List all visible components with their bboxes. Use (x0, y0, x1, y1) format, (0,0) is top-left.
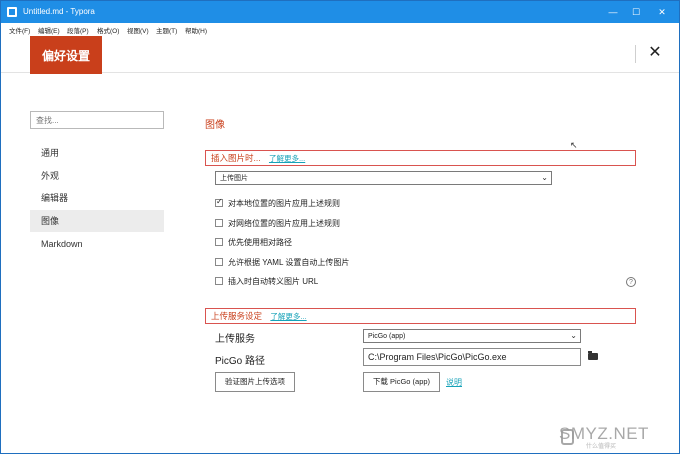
option-label: 优先使用相对路径 (228, 238, 292, 247)
preferences-tab: 偏好设置 (30, 36, 102, 76)
insert-action-select[interactable]: 上传图片 ⌄ (215, 171, 552, 185)
sidebar-item-editor[interactable]: 编辑器 (30, 187, 164, 209)
header-divider (635, 45, 636, 63)
window-close-button[interactable]: ✕ (655, 5, 669, 19)
explain-link[interactable]: 说明 (446, 377, 462, 388)
folder-icon[interactable] (588, 351, 598, 360)
insert-image-heading: 插入图片时... 了解更多... (205, 150, 636, 166)
menu-format[interactable]: 格式(O) (97, 25, 119, 35)
title-bar[interactable]: Untitled.md - Typora — ☐ ✕ (1, 1, 679, 23)
option-local-images[interactable]: 对本地位置的图片应用上述规则 (215, 197, 340, 211)
option-label: 对网络位置的图片应用上述规则 (228, 219, 340, 228)
preferences-content: 通用 外观 编辑器 图像 Markdown 图像 ↖ 插入图片时... 了解更多… (1, 74, 679, 436)
help-icon[interactable]: ? (626, 277, 636, 287)
picgo-path-label: PicGo 路径 (215, 356, 266, 367)
sidebar-item-markdown[interactable]: Markdown (30, 233, 164, 255)
option-yaml-upload[interactable]: 允许根据 YAML 设置自动上传图片 (215, 258, 349, 270)
checkbox-escape-url[interactable] (215, 277, 223, 285)
preferences-header (1, 36, 679, 73)
menu-bar: 文件(F) 编辑(E) 段落(P) 格式(O) 视图(V) 主题(T) 帮助(H… (1, 23, 679, 36)
menu-file[interactable]: 文件(F) (9, 25, 30, 35)
option-label: 对本地位置的图片应用上述规则 (228, 199, 340, 208)
upload-service-label: 上传服务 (215, 334, 255, 345)
sidebar-item-general[interactable]: 通用 (30, 142, 164, 164)
typora-window: Untitled.md - Typora — ☐ ✕ 文件(F) 编辑(E) 段… (0, 0, 680, 454)
checkbox-network-images[interactable] (215, 219, 223, 227)
section-title: 图像 (205, 120, 225, 131)
preferences-close-button[interactable]: ✕ (645, 43, 665, 63)
chevron-down-icon: ⌄ (541, 173, 548, 182)
menu-edit[interactable]: 编辑(E) (38, 25, 60, 35)
upload-service-select[interactable]: PicGo (app) ⌄ (363, 329, 581, 343)
menu-help[interactable]: 帮助(H) (185, 25, 207, 35)
option-network-images[interactable]: 对网络位置的图片应用上述规则 (215, 219, 340, 231)
option-label: 插入时自动转义图片 URL (228, 277, 319, 286)
picgo-path-input[interactable] (363, 348, 581, 366)
typora-app-icon (7, 7, 17, 17)
option-label: 允许根据 YAML 设置自动上传图片 (228, 258, 350, 267)
checkbox-local-images[interactable] (215, 197, 223, 207)
insert-action-value: 上传图片 (220, 175, 248, 182)
insert-heading-text: 插入图片时... (211, 153, 261, 163)
option-escape-url[interactable]: 插入时自动转义图片 URL (215, 277, 318, 289)
upload-heading-text: 上传服务设定 (211, 311, 263, 321)
insert-learn-more-link[interactable]: 了解更多... (269, 154, 305, 163)
settings-search-input[interactable] (30, 111, 164, 129)
menu-view[interactable]: 视图(V) (127, 25, 149, 35)
checkbox-yaml-upload[interactable] (215, 258, 223, 266)
verify-upload-button[interactable]: 验证图片上传选项 (215, 372, 295, 392)
upload-service-value: PicGo (app) (368, 333, 406, 340)
option-relative-path[interactable]: 优先使用相对路径 (215, 238, 292, 250)
chevron-down-icon: ⌄ (570, 331, 577, 340)
download-picgo-button[interactable]: 下载 PicGo (app) (363, 372, 440, 392)
checkbox-relative-path[interactable] (215, 238, 223, 246)
menu-theme[interactable]: 主题(T) (156, 25, 177, 35)
upload-service-heading: 上传服务设定 了解更多... (205, 308, 636, 324)
sidebar-item-image[interactable]: 图像 (30, 210, 164, 232)
minimize-button[interactable]: — (606, 5, 620, 19)
menu-paragraph[interactable]: 段落(P) (67, 25, 89, 35)
sidebar-item-appearance[interactable]: 外观 (30, 165, 164, 187)
maximize-button[interactable]: ☐ (629, 5, 643, 19)
watermark-subtext: 什么值得买 (586, 444, 617, 450)
upload-learn-more-link[interactable]: 了解更多... (270, 312, 306, 321)
window-title: Untitled.md - Typora (23, 7, 95, 16)
